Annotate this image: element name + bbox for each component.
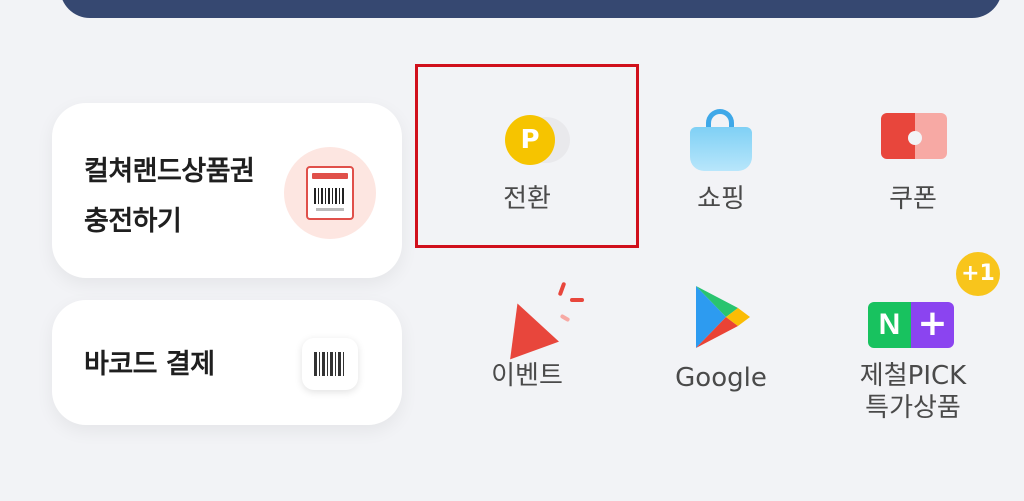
culture-land-gift-card-button[interactable]: 컬쳐랜드상품권 충전하기 — [52, 103, 402, 278]
gift-card-label: 컬쳐랜드상품권 충전하기 — [84, 147, 255, 247]
grid-item-event[interactable]: 이벤트 — [432, 281, 622, 392]
naver-plus-icon: N + +1 — [818, 252, 1008, 352]
ticket-shape — [306, 166, 354, 220]
coupon-icon — [818, 105, 1008, 175]
plus-sign: + — [911, 302, 954, 348]
barcode-bars — [314, 352, 346, 376]
ticket-line — [316, 208, 344, 211]
plus-one-badge: +1 — [956, 252, 1000, 296]
coupon-notch — [908, 131, 922, 145]
google-play-triangle — [696, 286, 750, 348]
grid-item-label: 쇼핑 — [697, 184, 745, 214]
barcode-payment-label: 바코드 결제 — [84, 349, 215, 380]
naver-plus-badge: N + — [868, 302, 954, 348]
ticket-barcode — [314, 188, 346, 204]
bag-body — [690, 127, 752, 171]
top-banner[interactable] — [60, 0, 1002, 18]
highlight-box — [415, 64, 639, 248]
grid-item-google[interactable]: Google — [626, 284, 816, 394]
grid-item-label-line1: 제철PICK — [859, 361, 967, 391]
popper-cone — [493, 294, 559, 360]
barcode-payment-button[interactable]: 바코드 결제 — [52, 300, 402, 425]
grid-item-label-line2: 특가상품 — [865, 393, 961, 423]
grid-item-coupon[interactable]: 쿠폰 — [818, 105, 1008, 215]
gift-card-label-line2: 충전하기 — [84, 206, 182, 237]
google-play-icon — [626, 284, 816, 354]
popper-spark — [559, 313, 571, 323]
shopping-bag-icon — [626, 105, 816, 175]
party-popper-icon — [432, 281, 622, 360]
popper-spark — [557, 281, 567, 297]
grid-item-label: 쿠폰 — [889, 184, 937, 214]
popper-spark — [570, 298, 584, 302]
naver-n-letter: N — [868, 302, 911, 348]
ticket-header — [312, 173, 348, 179]
grid-item-label: Google — [675, 363, 767, 393]
grid-item-label: 이벤트 — [491, 361, 563, 391]
barcode-icon — [302, 338, 358, 390]
gift-ticket-icon — [284, 147, 376, 239]
gift-card-label-line1: 컬쳐랜드상품권 — [84, 156, 255, 187]
grid-item-shopping[interactable]: 쇼핑 — [626, 105, 816, 215]
grid-item-seasonal-pick[interactable]: N + +1 제철PICK 특가상품 — [818, 252, 1008, 424]
